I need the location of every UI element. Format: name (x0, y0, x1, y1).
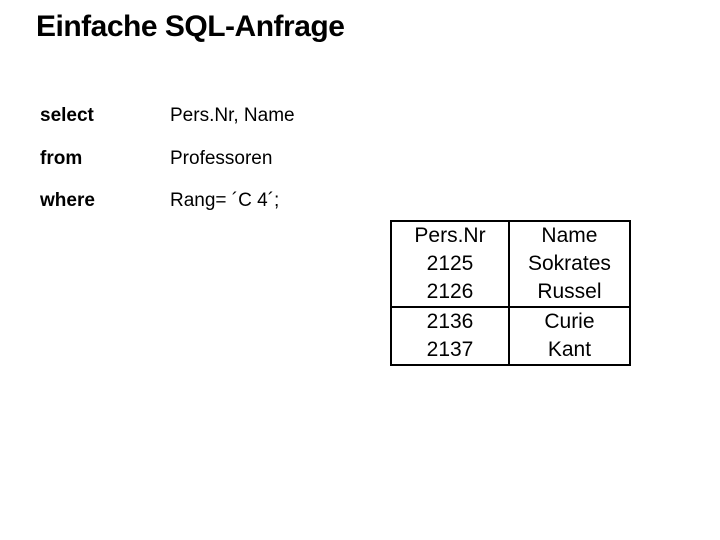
table-header: Pers.Nr Name (391, 221, 630, 250)
table-row: 2126 Russel (391, 278, 630, 307)
table-cell: 2137 (391, 336, 509, 365)
table-cell: Curie (509, 307, 630, 336)
table-cell: 2126 (391, 278, 509, 307)
sql-value: Professoren (170, 147, 272, 172)
table-header-cell: Pers.Nr (391, 221, 509, 250)
sql-keyword: where (40, 189, 170, 214)
sql-block: select Pers.Nr, Name from Professoren wh… (40, 104, 295, 232)
sql-value: Rang= ´C 4´; (170, 189, 279, 214)
table-cell: 2125 (391, 250, 509, 278)
sql-row-where: where Rang= ´C 4´; (40, 189, 295, 214)
table-row: 2125 Sokrates (391, 250, 630, 278)
sql-row-select: select Pers.Nr, Name (40, 104, 295, 129)
slide-title: Einfache SQL-Anfrage (36, 10, 344, 44)
table-row: 2136 Curie (391, 307, 630, 336)
result-table: Pers.Nr Name 2125 Sokrates 2126 Russel 2… (390, 220, 631, 366)
table-cell: Sokrates (509, 250, 630, 278)
table-row: 2137 Kant (391, 336, 630, 365)
sql-keyword: from (40, 147, 170, 172)
sql-keyword: select (40, 104, 170, 129)
table-header-cell: Name (509, 221, 630, 250)
sql-value: Pers.Nr, Name (170, 104, 295, 129)
table-cell: Kant (509, 336, 630, 365)
sql-row-from: from Professoren (40, 147, 295, 172)
table-cell: Russel (509, 278, 630, 307)
table-cell: 2136 (391, 307, 509, 336)
